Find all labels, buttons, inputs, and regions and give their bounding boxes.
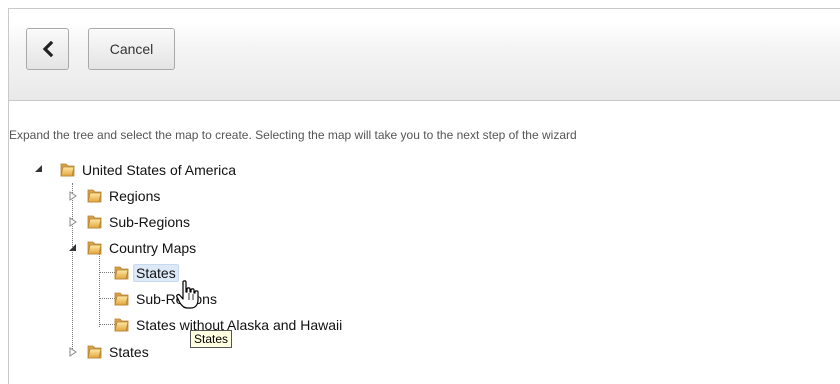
wizard-panel: Cancel Expand the tree and select the ma… [8, 8, 840, 384]
toolbar: Cancel [9, 9, 840, 101]
tree-node-country-states[interactable]: States [113, 263, 179, 283]
hand-cursor-icon [176, 280, 199, 309]
tree-node-label: States [133, 264, 179, 282]
folder-icon [86, 214, 103, 230]
tree-node-label: Sub-Regions [109, 214, 190, 230]
folder-icon [86, 188, 103, 204]
folder-icon [113, 317, 130, 333]
collapsed-toggle-icon[interactable] [68, 217, 78, 227]
tree-node-label: States without Alaska and Hawaii [136, 317, 343, 333]
folder-icon [113, 291, 130, 307]
tree-node-label: States [109, 344, 149, 360]
tree-node-country-sub-regions[interactable]: Sub-Regions [113, 289, 220, 309]
folder-icon [59, 162, 76, 178]
tree-node-regions[interactable]: Regions [86, 186, 163, 206]
back-button[interactable] [26, 28, 69, 70]
tree-connector [72, 183, 73, 351]
tooltip: States [190, 330, 233, 348]
tree-node-country-maps[interactable]: Country Maps [86, 238, 199, 258]
collapsed-toggle-icon[interactable] [68, 347, 78, 357]
folder-icon [86, 344, 103, 360]
tree-node-sub-regions[interactable]: Sub-Regions [86, 212, 193, 232]
tree-node-states[interactable]: States [86, 342, 152, 362]
tree-node-label: United States of America [82, 162, 237, 178]
tree-connector [99, 253, 100, 327]
cancel-button[interactable]: Cancel [88, 28, 175, 70]
tree-node-root[interactable]: United States of America [59, 160, 239, 180]
folder-icon [113, 265, 130, 281]
tree-node-label: Regions [109, 188, 161, 204]
collapsed-toggle-icon[interactable] [68, 191, 78, 201]
tree-node-label: Country Maps [109, 240, 197, 256]
expanded-toggle-icon[interactable] [68, 243, 78, 253]
expanded-toggle-icon[interactable] [34, 164, 44, 174]
instructions-text: Expand the tree and select the map to cr… [9, 128, 577, 142]
folder-icon [86, 240, 103, 256]
chevron-left-icon [42, 41, 53, 57]
